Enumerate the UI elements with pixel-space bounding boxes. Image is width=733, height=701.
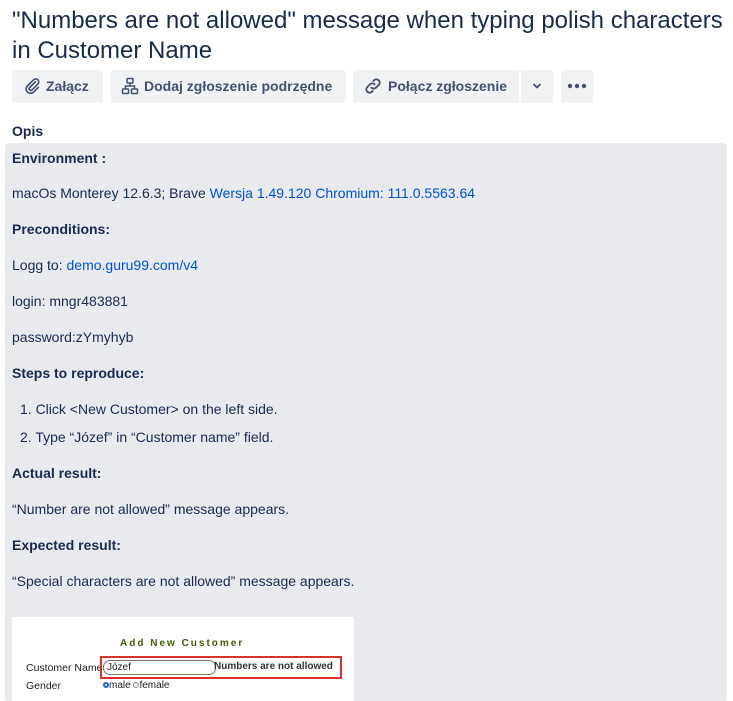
environment-heading: Environment : [12, 150, 107, 166]
logg-line: Logg to: demo.guru99.com/v4 [12, 257, 198, 273]
customer-name-label: Customer Name [26, 662, 103, 674]
environment-text: macOs Monterey 12.6.3; Brave [12, 185, 210, 201]
demo-site-link[interactable]: demo.guru99.com/v4 [67, 257, 199, 273]
gender-female-label: female [139, 680, 170, 691]
step-item: 2. Type “Józef” in “Customer name” field… [20, 429, 274, 445]
logg-text: Logg to: [12, 257, 67, 273]
expected-result-heading: Expected result: [12, 537, 121, 553]
attached-screenshot[interactable]: Add New Customer Customer Name Józef Num… [12, 617, 354, 701]
paperclip-icon [25, 78, 40, 95]
link-issue-dropdown-button[interactable] [521, 69, 553, 103]
link-icon [365, 78, 381, 94]
steps-heading: Steps to reproduce: [12, 365, 145, 381]
environment-link[interactable]: Wersja 1.49.120 Chromium: 111.0.5563.64 [210, 185, 475, 201]
gender-male-label: male [109, 680, 131, 691]
child-issue-icon [121, 77, 139, 95]
description-panel[interactable]: Environment : macOs Monterey 12.6.3; Bra… [5, 143, 727, 701]
more-icon [567, 83, 587, 89]
attach-label: Załącz [46, 78, 89, 94]
environment-line: macOs Monterey 12.6.3; Brave Wersja 1.49… [12, 185, 475, 201]
actual-result-heading: Actual result: [12, 465, 102, 481]
gender-options: male female [103, 680, 169, 691]
chevron-down-icon [533, 83, 541, 89]
password-text: password:zYmyhyb [12, 329, 134, 345]
expected-result-text: “Special characters are not allowed” mes… [12, 573, 355, 589]
more-actions-button[interactable] [561, 69, 593, 103]
link-issue-button[interactable]: Połącz zgłoszenie [353, 69, 519, 103]
add-child-issue-label: Dodaj zgłoszenie podrzędne [144, 78, 333, 94]
actual-result-text: “Number are not allowed” message appears… [12, 501, 290, 517]
issue-toolbar: Załącz Dodaj zgłoszenie podrzędne Połącz… [12, 69, 593, 103]
issue-title: "Numbers are not allowed" message when t… [12, 7, 723, 64]
description-label: Opis [12, 123, 44, 139]
login-text: login: mngr483881 [12, 293, 128, 309]
attach-button[interactable]: Załącz [12, 69, 103, 103]
link-issue-label: Połącz zgłoszenie [388, 78, 508, 94]
step-item: 1. Click <New Customer> on the left side… [20, 401, 278, 417]
gender-label: Gender [26, 680, 62, 692]
highlight-box [100, 656, 342, 679]
preconditions-heading: Preconditions: [12, 221, 111, 237]
add-child-issue-button[interactable]: Dodaj zgłoszenie podrzędne [111, 69, 346, 103]
screenshot-title: Add New Customer [120, 638, 245, 649]
